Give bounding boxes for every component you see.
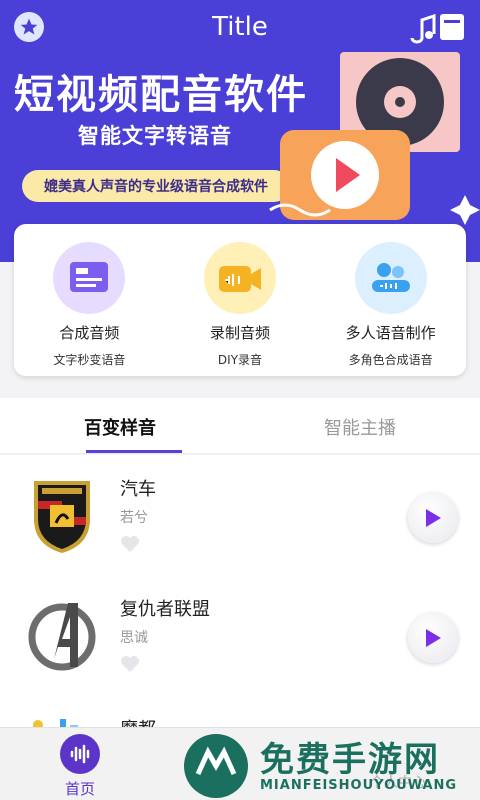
action-desc: 多角色合成语音 [348, 353, 433, 367]
nav-home-label: 首页 [64, 780, 95, 798]
banner-pill: 媲美真人声音的专业级语音合成软件 [22, 170, 290, 202]
bottom-nav: 首页 品 个人中心 免费手游网 MIANFEISHOUYOUWANG [0, 727, 480, 800]
action-desc: DIY录音 [217, 353, 263, 367]
item-author: 若兮 [120, 510, 148, 526]
banner-subtitle: 智能文字转语音 [78, 124, 232, 148]
hero-banner: Title 短视频配音软件 智能文字转语音 媲美真人声音的专业级语音合成软件 [0, 0, 480, 262]
heart-icon[interactable] [120, 655, 140, 673]
feature-card: 合成音频 文字秒变语音 录制音频 DIY录音 多人语音制作 多角色合成语音 [14, 224, 466, 376]
play-button[interactable] [408, 493, 458, 543]
tab-voice-samples[interactable]: 百变样音 [0, 398, 240, 453]
play-button[interactable] [408, 613, 458, 663]
item-name: 复仇者联盟 [120, 599, 210, 620]
multi-user-icon [354, 242, 427, 314]
home-icon [60, 734, 100, 774]
action-record[interactable]: 录制音频 DIY录音 [170, 242, 310, 376]
tab-smart-anchor[interactable]: 智能主播 [240, 398, 480, 453]
item-author: 思诚 [120, 630, 148, 646]
watermark-subtext: MIANFEISHOUYOUWANG [260, 778, 458, 793]
list-item[interactable]: 魔都 [0, 695, 480, 727]
watermark-logo-icon [184, 734, 248, 798]
nav-home[interactable]: 首页 [58, 734, 102, 799]
action-title: 合成音频 [59, 324, 120, 342]
item-name: 魔都 [120, 715, 156, 727]
item-name: 汽车 [120, 479, 156, 500]
watermark-text: 免费手游网 [260, 740, 440, 780]
star-icon[interactable] [14, 12, 44, 42]
tab-bar: 百变样音 智能主播 [0, 398, 480, 454]
play-icon [426, 509, 441, 527]
city-skyline-icon [33, 719, 78, 727]
avengers-logo-icon [28, 603, 96, 671]
voice-list: 汽车 若兮 复仇者联盟 思诚 魔都 [0, 455, 480, 727]
action-title: 录制音频 [209, 324, 270, 342]
heart-icon[interactable] [120, 535, 140, 553]
camera-record-icon [203, 242, 276, 314]
porsche-crest-icon [34, 481, 90, 553]
action-synthesize[interactable]: 合成音频 文字秒变语音 [19, 242, 159, 376]
vinyl-play-illustration [269, 52, 480, 225]
list-item[interactable]: 复仇者联盟 思诚 [0, 575, 480, 695]
action-multi-voice[interactable]: 多人语音制作 多角色合成语音 [321, 242, 461, 376]
waveform-panel-icon [53, 242, 126, 314]
watermark: 免费手游网 MIANFEISHOUYOUWANG [180, 730, 480, 800]
play-icon [426, 629, 441, 647]
list-item[interactable]: 汽车 若兮 [0, 455, 480, 575]
action-desc: 文字秒变语音 [53, 353, 126, 367]
action-title: 多人语音制作 [345, 324, 436, 342]
